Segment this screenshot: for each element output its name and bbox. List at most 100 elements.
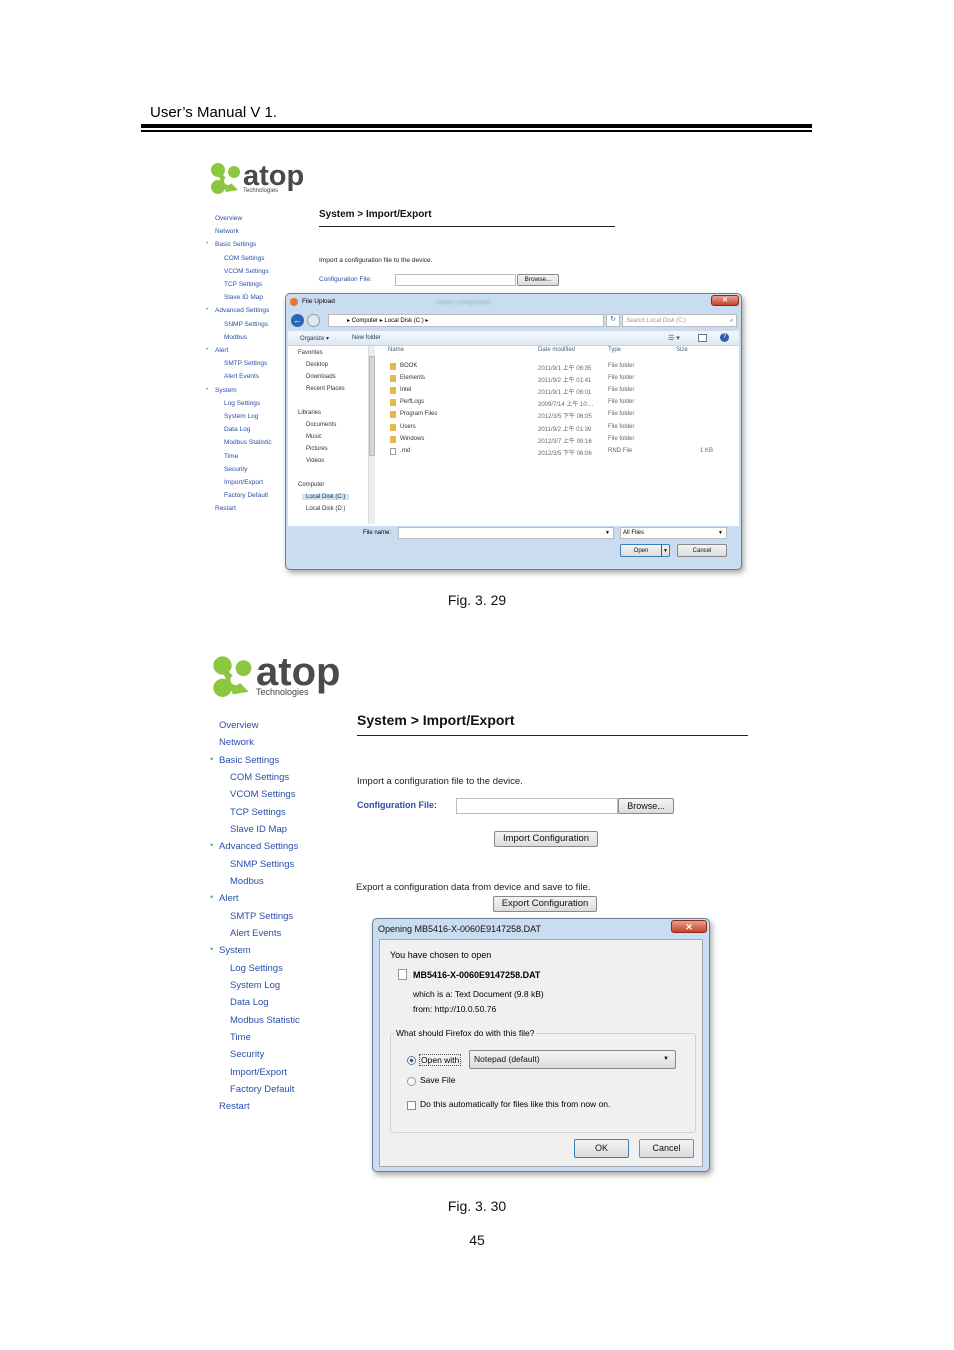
sidebar-item[interactable]: Import/Export	[230, 1067, 287, 1078]
sidebar-item[interactable]: Advanced Settings	[219, 841, 298, 852]
nav-item[interactable]: Libraries	[298, 410, 321, 416]
sidebar-item[interactable]: TCP Settings	[224, 281, 262, 288]
save-file-radio[interactable]	[407, 1077, 416, 1086]
file-type-select[interactable]: All Files ▼	[620, 527, 727, 539]
forward-icon[interactable]	[307, 314, 320, 327]
sidebar-item[interactable]: Overview	[215, 215, 242, 222]
nav-item[interactable]: Documents	[306, 422, 336, 428]
sidebar-item[interactable]: Alert	[219, 893, 239, 904]
config-file-input[interactable]	[395, 274, 516, 286]
sidebar-item[interactable]: Network	[219, 737, 254, 748]
file-name-cell[interactable]: Windows	[400, 436, 424, 442]
sidebar-item[interactable]: VCOM Settings	[224, 268, 269, 275]
sidebar-item[interactable]: Alert Events	[224, 373, 259, 380]
application-select[interactable]: Notepad (default) ▼	[469, 1050, 676, 1069]
refresh-icon[interactable]: ↻	[606, 314, 620, 327]
file-name-cell[interactable]: Users	[400, 424, 416, 430]
sidebar-item[interactable]: Alert	[215, 347, 228, 354]
sidebar-item[interactable]: SMTP Settings	[230, 911, 293, 922]
open-with-radio[interactable]	[407, 1056, 416, 1065]
close-button[interactable]: ✕	[711, 295, 739, 306]
sidebar-item[interactable]: Factory Default	[230, 1084, 294, 1095]
config-file-input[interactable]	[456, 798, 618, 814]
file-name-cell[interactable]: Program Files	[400, 411, 437, 417]
file-name-cell[interactable]: PerfLogs	[400, 399, 424, 405]
open-with-label[interactable]: Open with	[419, 1054, 462, 1066]
sidebar-item[interactable]: Modbus Statistic	[224, 439, 272, 446]
sidebar-item[interactable]: System Log	[230, 980, 280, 991]
sidebar-item[interactable]: Basic Settings	[215, 241, 256, 248]
sidebar-item[interactable]: Alert Events	[230, 928, 281, 939]
sidebar-item[interactable]: Network	[215, 228, 239, 235]
nav-item[interactable]: Downloads	[306, 374, 336, 380]
new-folder-button[interactable]: New folder	[352, 335, 381, 341]
help-icon[interactable]: ?	[720, 333, 729, 342]
browse-button[interactable]: Browse...	[517, 274, 559, 286]
sidebar-item[interactable]: Time	[230, 1032, 251, 1043]
sidebar-item[interactable]: Basic Settings	[219, 755, 279, 766]
sidebar-item[interactable]: SNMP Settings	[230, 859, 294, 870]
sidebar-item[interactable]: Data Log	[224, 426, 250, 433]
column-header[interactable]: Date modified	[538, 347, 575, 353]
preview-pane-icon[interactable]	[698, 334, 707, 342]
column-header[interactable]: Name	[388, 347, 404, 353]
organize-button[interactable]: Organize ▾	[300, 335, 329, 342]
sidebar-item[interactable]: COM Settings	[224, 255, 264, 262]
nav-scrollbar[interactable]	[368, 346, 375, 524]
nav-item[interactable]: Recent Places	[306, 386, 345, 392]
auto-checkbox[interactable]	[407, 1101, 416, 1110]
sidebar-item[interactable]: Log Settings	[230, 963, 283, 974]
sidebar-item[interactable]: SNMP Settings	[224, 321, 268, 328]
sidebar-item[interactable]: System	[215, 387, 237, 394]
sidebar-item[interactable]: Security	[224, 466, 247, 473]
sidebar-item[interactable]: Restart	[215, 505, 236, 512]
browse-button[interactable]: Browse...	[618, 798, 674, 814]
sidebar-item[interactable]: Restart	[219, 1101, 250, 1112]
nav-item[interactable]: Computer	[298, 482, 324, 488]
nav-item[interactable]: Music	[306, 434, 322, 440]
export-configuration-button[interactable]: Export Configuration	[493, 896, 597, 912]
nav-item[interactable]: Favorites	[298, 350, 323, 356]
nav-item[interactable]: Local Disk (C:)	[302, 494, 350, 500]
cancel-button[interactable]: Cancel	[639, 1139, 694, 1158]
search-input[interactable]: Search Local Disk (C:) ⌕	[622, 314, 737, 327]
file-name-cell[interactable]: Intel	[400, 387, 411, 393]
sidebar-item[interactable]: Modbus	[230, 876, 264, 887]
cancel-button[interactable]: Cancel	[677, 544, 727, 557]
sidebar-item[interactable]: Time	[224, 453, 238, 460]
sidebar-item[interactable]: System	[219, 945, 251, 956]
sidebar-item[interactable]: Import/Export	[224, 479, 263, 486]
auto-label[interactable]: Do this automatically for files like thi…	[420, 1099, 610, 1109]
nav-item[interactable]: Local Disk (D:)	[306, 506, 345, 512]
sidebar-item[interactable]: Modbus Statistic	[230, 1015, 300, 1026]
sidebar-item[interactable]: VCOM Settings	[230, 789, 295, 800]
nav-item[interactable]: Desktop	[306, 362, 328, 368]
sidebar-item[interactable]: Slave ID Map	[230, 824, 287, 835]
ok-button[interactable]: OK	[574, 1139, 629, 1158]
sidebar-item[interactable]: Overview	[219, 720, 259, 731]
sidebar-item[interactable]: Advanced Settings	[215, 307, 269, 314]
nav-item[interactable]: Pictures	[306, 446, 328, 452]
file-name-cell[interactable]: Elements	[400, 375, 425, 381]
address-bar[interactable]: ▸ Computer ▸ Local Disk (C:) ▸	[328, 314, 604, 327]
sidebar-item[interactable]: Modbus	[224, 334, 247, 341]
nav-item[interactable]: Videos	[306, 458, 324, 464]
sidebar-item[interactable]: Data Log	[230, 997, 269, 1008]
sidebar-item[interactable]: COM Settings	[230, 772, 289, 783]
save-file-label[interactable]: Save File	[420, 1075, 455, 1085]
sidebar-item[interactable]: TCP Settings	[230, 807, 286, 818]
back-icon[interactable]: ←	[291, 314, 304, 327]
sidebar-item[interactable]: SMTP Settings	[224, 360, 267, 367]
import-configuration-button[interactable]: Import Configuration	[494, 831, 598, 847]
sidebar-item[interactable]: Slave ID Map	[224, 294, 263, 301]
sidebar-item[interactable]: Factory Default	[224, 492, 268, 499]
file-name-cell[interactable]: BOOK	[400, 363, 417, 369]
file-name-cell[interactable]: .rnd	[400, 448, 410, 454]
view-options-icon[interactable]: ☰ ▾	[668, 334, 680, 342]
close-button[interactable]: ✕	[671, 920, 707, 933]
column-header[interactable]: Type	[608, 347, 621, 353]
file-name-input[interactable]: ▼	[398, 527, 614, 539]
column-header[interactable]: Size	[676, 347, 688, 353]
sidebar-item[interactable]: Log Settings	[224, 400, 260, 407]
open-button[interactable]: Open ▼	[620, 544, 670, 557]
